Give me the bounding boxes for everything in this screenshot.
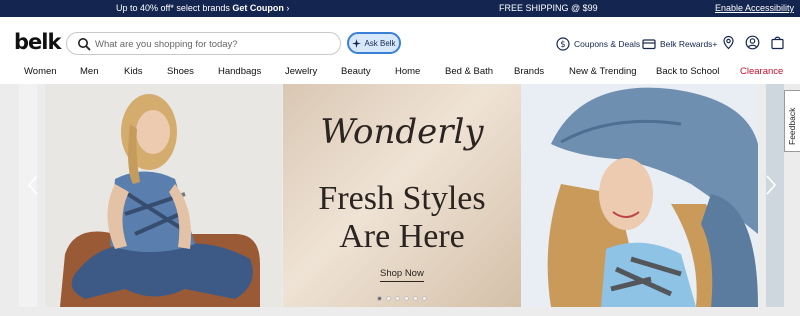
promo-text: Up to 40% off* select brands xyxy=(116,3,233,13)
hero-photo-right[interactable] xyxy=(521,84,758,307)
sparkle-icon xyxy=(352,38,362,48)
coupons-deals-label: Coupons & Deals xyxy=(574,39,641,49)
nav-item-bed-bath[interactable]: Bed & Bath xyxy=(445,66,493,77)
svg-text:$: $ xyxy=(560,40,565,50)
model-photo-seated xyxy=(45,84,282,307)
carousel-dot[interactable] xyxy=(413,296,418,301)
enable-accessibility-link[interactable]: Enable Accessibility xyxy=(715,3,794,13)
model-photo-denim-hat xyxy=(521,84,758,307)
nav-item-shoes[interactable]: Shoes xyxy=(167,66,194,77)
shop-now-link[interactable]: Shop Now xyxy=(380,268,424,282)
belk-rewards-link[interactable]: Belk Rewards+ xyxy=(642,37,717,51)
belk-logo[interactable]: belk xyxy=(14,30,61,54)
get-coupon-link[interactable]: Get Coupon xyxy=(232,3,284,13)
nav-item-brands[interactable]: Brands xyxy=(514,66,544,77)
carousel-pagination xyxy=(377,296,427,301)
ask-belk-button[interactable]: Ask Belk xyxy=(347,32,401,54)
search-input[interactable] xyxy=(95,36,330,52)
nav-item-men[interactable]: Men xyxy=(80,66,98,77)
card-icon xyxy=(642,39,656,50)
feedback-tab[interactable]: Feedback xyxy=(784,90,800,152)
nav-item-new-trending[interactable]: New & Trending xyxy=(569,66,637,77)
nav-item-clearance[interactable]: Clearance xyxy=(740,66,783,77)
search-bar[interactable] xyxy=(66,32,341,55)
coupon-icon: $ xyxy=(556,37,570,51)
nav-item-women[interactable]: Women xyxy=(24,66,57,77)
hero-headline-line2: Are Here xyxy=(339,218,465,255)
location-icon[interactable] xyxy=(721,35,736,50)
chevron-left-icon[interactable] xyxy=(27,174,39,196)
chevron-right-icon[interactable] xyxy=(765,174,777,196)
nav-item-home[interactable]: Home xyxy=(395,66,420,77)
carousel-dot[interactable] xyxy=(377,296,382,301)
account-icon[interactable] xyxy=(745,35,760,50)
free-shipping-text: FREE SHIPPING @ $99 xyxy=(499,3,598,13)
hero-headline: Fresh Styles Are Here xyxy=(283,180,521,256)
hero-promo-panel[interactable]: Wonderly Fresh Styles Are Here Shop Now xyxy=(283,84,521,307)
chevron-right-icon: › xyxy=(286,3,290,13)
belk-rewards-label: Belk Rewards+ xyxy=(660,39,718,49)
bag-icon[interactable] xyxy=(770,35,785,50)
nav-item-jewelry[interactable]: Jewelry xyxy=(285,66,317,77)
carousel-dot[interactable] xyxy=(404,296,409,301)
category-nav: Women Men Kids Shoes Handbags Jewelry Be… xyxy=(0,66,800,80)
wonderly-brand-title: Wonderly xyxy=(320,112,484,152)
hero-carousel: Wonderly Fresh Styles Are Here Shop Now xyxy=(0,84,800,316)
carousel-dot[interactable] xyxy=(395,296,400,301)
coupons-deals-link[interactable]: $ Coupons & Deals xyxy=(556,37,640,51)
promo-bar: Up to 40% off* select brands Get Coupon … xyxy=(0,0,800,17)
nav-item-beauty[interactable]: Beauty xyxy=(341,66,371,77)
nav-item-back-to-school[interactable]: Back to School xyxy=(656,66,719,77)
search-icon xyxy=(78,38,91,51)
ask-belk-label: Ask Belk xyxy=(364,38,396,48)
feedback-label: Feedback xyxy=(787,107,797,145)
hero-photo-left[interactable] xyxy=(45,84,282,307)
nav-item-handbags[interactable]: Handbags xyxy=(218,66,261,77)
hero-headline-line1: Fresh Styles xyxy=(318,180,486,217)
carousel-dot[interactable] xyxy=(422,296,427,301)
promo-coupon-link[interactable]: Up to 40% off* select brands Get Coupon … xyxy=(116,3,289,13)
nav-item-kids[interactable]: Kids xyxy=(124,66,142,77)
carousel-dot[interactable] xyxy=(386,296,391,301)
